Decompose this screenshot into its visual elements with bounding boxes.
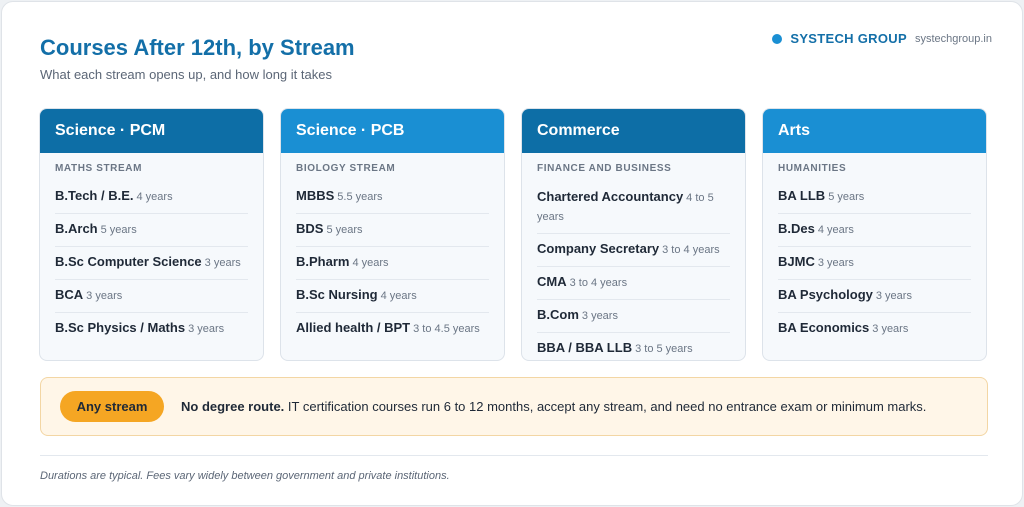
stream-card-arts: Arts HUMANITIES BA LLB 5 years B.Des 4 yea…	[762, 108, 987, 361]
course-item: B.Sc Computer Science 3 years	[55, 247, 248, 280]
course-name: BJMC	[778, 254, 815, 269]
card-title: Science · PCB	[281, 109, 504, 153]
course-item: B.Arch 5 years	[55, 214, 248, 247]
course-duration: 4 years	[380, 290, 417, 302]
course-duration: 4 years	[817, 224, 854, 236]
course-name: Allied health / BPT	[296, 320, 411, 335]
infographic-panel: Courses After 12th, by Stream What each …	[1, 1, 1023, 506]
course-name: Company Secretary	[537, 241, 660, 256]
card-title: Arts	[763, 109, 986, 153]
course-item: BA Economics 3 years	[778, 313, 971, 345]
course-duration: 3 years	[817, 257, 854, 269]
course-duration: 4 years	[352, 257, 389, 269]
brand-name: SYSTECH GROUP	[790, 31, 907, 46]
course-item: CMA 3 to 4 years	[537, 267, 730, 300]
course-duration: 3 years	[204, 257, 241, 269]
course-duration: 3 to 5 years	[635, 343, 693, 355]
course-list: BA LLB 5 years B.Des 4 years BJMC 3 years B…	[763, 174, 986, 345]
brand-url: systechgroup.in	[914, 32, 992, 45]
course-item: BJMC 3 years	[778, 247, 971, 280]
course-name: B.Sc Nursing	[296, 287, 378, 302]
course-name: BA Economics	[778, 320, 870, 335]
card-subtitle: FINANCE AND BUSINESS	[537, 163, 672, 174]
course-duration: 3 years	[875, 290, 912, 302]
course-item: Allied health / BPT 3 to 4.5 years	[296, 313, 489, 345]
footnote: Durations are typical. Fees vary widely …	[40, 470, 450, 482]
page-subtitle: What each stream opens up, and how long …	[40, 67, 332, 82]
course-item: Chartered Accountancy 4 to 5 years	[537, 181, 730, 234]
course-duration: 5 years	[100, 224, 137, 236]
banner-body: IT certification courses run 6 to 12 mon…	[284, 399, 927, 414]
course-list: MBBS 5.5 years BDS 5 years B.Pharm 4 years …	[281, 174, 504, 345]
course-item: BA Psychology 3 years	[778, 280, 971, 313]
brand: SYSTECH GROUP systechgroup.in	[772, 31, 992, 46]
stream-card-commerce: Commerce FINANCE AND BUSINESS Chartered …	[521, 108, 746, 361]
course-name: CMA	[537, 274, 567, 289]
card-subtitle: HUMANITIES	[778, 163, 847, 174]
course-duration: 3 to 4 years	[662, 244, 720, 256]
course-name: BDS	[296, 221, 324, 236]
course-item: B.Sc Physics / Maths 3 years	[55, 313, 248, 345]
course-item: BBA / BBA LLB 3 to 5 years	[537, 333, 730, 360]
course-name: BA LLB	[778, 188, 826, 203]
course-duration: 4 years	[136, 191, 173, 203]
course-item: BA LLB 5 years	[778, 181, 971, 214]
course-name: B.Pharm	[296, 254, 350, 269]
any-stream-banner: Any stream No degree route. IT certifica…	[40, 377, 988, 436]
course-name: B.Des	[778, 221, 815, 236]
course-name: B.Sc Physics / Maths	[55, 320, 186, 335]
course-list: Chartered Accountancy 4 to 5 years Compan…	[522, 174, 745, 360]
divider	[40, 455, 988, 456]
banner-lead: No degree route.	[181, 399, 285, 414]
brand-dot-icon	[772, 33, 783, 44]
course-item: BDS 5 years	[296, 214, 489, 247]
course-name: BA Psychology	[778, 287, 873, 302]
course-item: MBBS 5.5 years	[296, 181, 489, 214]
course-duration: 3 to 4 years	[569, 277, 628, 289]
course-item: B.Pharm 4 years	[296, 247, 489, 280]
course-duration: 5 years	[828, 191, 865, 203]
card-title: Commerce	[522, 109, 745, 153]
course-item: B.Com 3 years	[537, 300, 730, 333]
course-item: B.Sc Nursing 4 years	[296, 280, 489, 313]
course-item: BCA 3 years	[55, 280, 248, 313]
course-duration: 3 years	[188, 323, 225, 335]
course-item: B.Tech / B.E. 4 years	[55, 181, 248, 214]
course-duration: 3 years	[581, 310, 618, 322]
course-name: BBA / BBA LLB	[537, 340, 633, 355]
course-duration: 5.5 years	[337, 191, 383, 203]
course-name: BCA	[55, 287, 84, 302]
card-subtitle: MATHS STREAM	[55, 163, 143, 174]
page-title: Courses After 12th, by Stream	[40, 35, 355, 60]
card-subtitle: BIOLOGY STREAM	[296, 163, 396, 174]
course-name: B.Arch	[55, 221, 98, 236]
card-title: Science · PCM	[40, 109, 263, 153]
course-name: B.Com	[537, 307, 579, 322]
course-item: Company Secretary 3 to 4 years	[537, 234, 730, 267]
course-duration: 3 years	[872, 323, 909, 335]
course-list: B.Tech / B.E. 4 years B.Arch 5 years B.Sc …	[40, 174, 263, 345]
course-item: B.Des 4 years	[778, 214, 971, 247]
course-duration: 3 years	[86, 290, 123, 302]
course-duration: 3 to 4.5 years	[413, 323, 480, 335]
course-name: MBBS	[296, 188, 335, 203]
banner-text: No degree route. IT certification course…	[181, 399, 926, 414]
course-name: Chartered Accountancy	[537, 189, 684, 204]
course-duration: 5 years	[326, 224, 363, 236]
course-name: B.Sc Computer Science	[55, 254, 202, 269]
course-name: B.Tech / B.E.	[55, 188, 134, 203]
stream-card-science-pcm: Science · PCM MATHS STREAM B.Tech / B.E.…	[39, 108, 264, 361]
any-stream-badge: Any stream	[60, 391, 164, 422]
stream-card-science-pcb: Science · PCB BIOLOGY STREAM MBBS 5.5 yea…	[280, 108, 505, 361]
